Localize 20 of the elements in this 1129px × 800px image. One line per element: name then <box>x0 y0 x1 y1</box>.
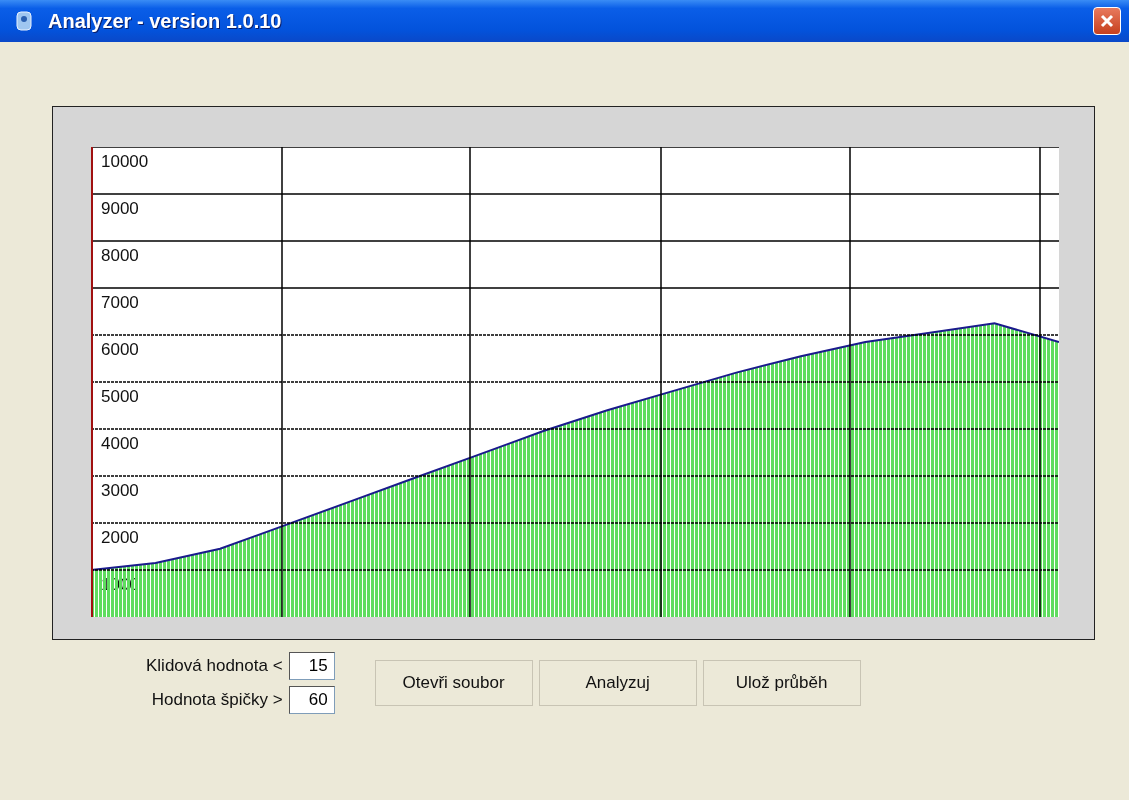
app-icon <box>14 10 34 32</box>
number-field[interactable]: 60 <box>288 686 335 714</box>
action-button[interactable]: Otevři soubor <box>374 660 533 706</box>
y-tick-label: 4000 <box>101 434 139 453</box>
action-button[interactable]: Ulož průběh <box>702 660 861 706</box>
action-button[interactable]: Analyzuj <box>538 660 697 706</box>
close-icon <box>1100 14 1114 28</box>
y-tick-label: 8000 <box>101 246 139 265</box>
window-title: Analyzer - version 1.0.10 <box>48 9 283 33</box>
y-tick-label: 9000 <box>101 199 139 218</box>
y-tick-label: 5000 <box>101 387 139 406</box>
y-tick-label: 7000 <box>101 293 139 312</box>
y-tick-label: 6000 <box>101 340 139 359</box>
close-button[interactable] <box>1093 7 1121 35</box>
y-tick-label: 3000 <box>101 481 139 500</box>
number-field[interactable]: 15 <box>288 652 335 680</box>
field-label: Klidová hodnota < <box>146 656 283 676</box>
y-tick-label: 2000 <box>101 528 139 547</box>
field-label: Hodnota špičky > <box>151 690 283 710</box>
y-tick-label: 10000 <box>101 152 149 171</box>
